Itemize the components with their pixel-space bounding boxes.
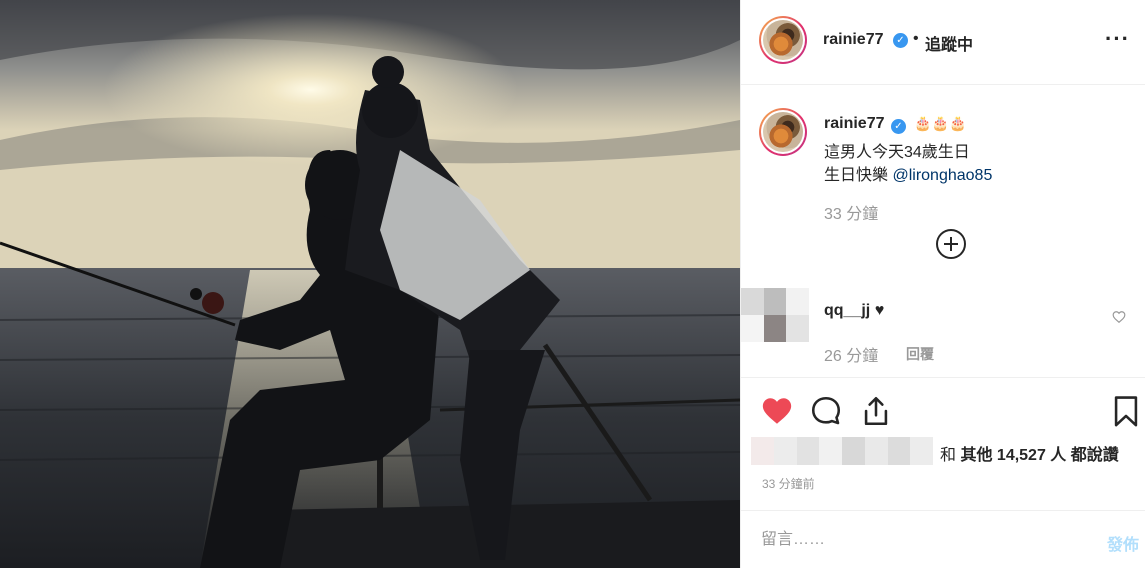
post-image	[0, 0, 740, 568]
comments-section: rainie77 ✓ 🎂🎂🎂 這男人今天34歲生日 生日快樂 @lirongha…	[741, 86, 1145, 378]
comment-input[interactable]	[761, 527, 1081, 553]
post-detail-panel: rainie77 ✓ • 追蹤中 ··· rainie77 ✓ 🎂🎂🎂 這男人今…	[740, 0, 1145, 568]
comment-bubble-icon[interactable]	[809, 394, 843, 428]
likes-text: 和 其他 14,527 人 都說讚	[940, 441, 1119, 465]
reply-button[interactable]: 回覆	[906, 344, 934, 364]
comment-composer: 發佈	[741, 510, 1145, 568]
author-avatar[interactable]	[759, 16, 807, 64]
share-upload-icon[interactable]	[859, 394, 893, 428]
comment-line: qq__jj ♥	[824, 302, 884, 320]
likes-suffix: 都說讚	[1070, 447, 1119, 464]
commenter-username[interactable]: qq__jj	[824, 302, 870, 319]
comment-like-icon[interactable]	[1112, 310, 1126, 324]
mention-link[interactable]: @lironghao85	[892, 167, 992, 184]
likes-summary: 和 其他 14,527 人 都說讚	[741, 437, 1145, 469]
caption-line-1: 這男人今天34歲生日	[824, 144, 970, 161]
comment-time[interactable]: 26 分鐘	[824, 342, 878, 366]
caption-username[interactable]: rainie77	[824, 115, 884, 132]
caption-line-2: 生日快樂 @lironghao85	[824, 161, 992, 185]
load-more-comments-icon[interactable]	[936, 229, 966, 259]
caption-text: 生日快樂	[824, 167, 889, 184]
verified-badge-icon: ✓	[893, 33, 908, 48]
author-username[interactable]: rainie77	[823, 31, 883, 49]
comment-heart-text: ♥	[874, 302, 885, 319]
more-options-icon[interactable]: ···	[1105, 28, 1130, 50]
caption-verified-badge-icon: ✓	[890, 119, 906, 134]
post-photo[interactable]	[0, 0, 740, 568]
following-button[interactable]: 追蹤中	[925, 31, 973, 55]
commenter-avatar[interactable]	[741, 288, 809, 342]
caption-author-avatar[interactable]	[759, 108, 807, 156]
cake-emoji: 🎂🎂🎂	[914, 115, 967, 131]
post-timestamp[interactable]: 33 分鐘前	[762, 475, 815, 492]
post-actions	[741, 380, 1145, 440]
bookmark-save-icon[interactable]	[1109, 394, 1143, 428]
like-heart-icon[interactable]	[760, 394, 794, 428]
caption-header-line: rainie77 ✓ 🎂🎂🎂	[824, 115, 967, 134]
post-header: rainie77 ✓ • 追蹤中 ···	[741, 0, 1145, 85]
separator-dot: •	[913, 30, 919, 47]
likes-count-link[interactable]: 其他 14,527 人	[960, 447, 1066, 464]
likers-avatars[interactable]	[751, 437, 933, 465]
likes-prefix: 和	[940, 447, 957, 464]
post-comment-button[interactable]: 發佈	[1107, 531, 1139, 555]
caption-time[interactable]: 33 分鐘	[824, 200, 878, 224]
